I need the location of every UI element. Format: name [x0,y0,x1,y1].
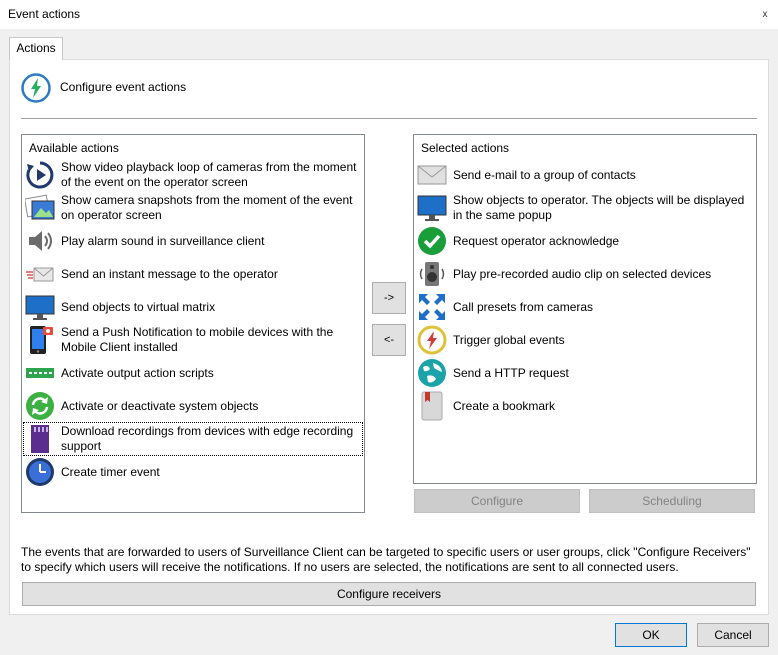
list-item-label: Show video playback loop of cameras from… [61,160,357,189]
list-item[interactable]: Trigger global events [416,324,754,356]
list-item-label: Send an instant message to the operator [61,266,278,281]
list-item-label: Create timer event [61,464,160,479]
list-item-label: Send a HTTP request [453,365,569,380]
list-item-label: Activate or deactivate system objects [61,398,259,413]
receivers-note: The events that are forwarded to users o… [21,545,751,574]
list-item-label: Send e-mail to a group of contacts [453,167,636,182]
monitor-icon [24,291,56,323]
event-actions-dialog: Event actions x Actions Configure event … [0,0,778,655]
monitor-icon [416,192,448,224]
list-item[interactable]: Show camera snapshots from the moment of… [24,192,362,224]
list-item[interactable]: Send e-mail to a group of contacts [416,159,754,191]
list-item[interactable]: Request operator acknowledge [416,225,754,257]
remove-action-button[interactable]: <- [372,324,406,356]
speaker-icon [24,225,56,257]
list-item-label: Show objects to operator. The objects wi… [453,193,745,222]
list-item[interactable]: Create a bookmark [416,390,754,422]
list-item[interactable]: Activate or deactivate system objects [24,390,362,422]
list-item[interactable]: Send a Push Notification to mobile devic… [24,324,362,356]
list-item[interactable]: Send an instant message to the operator [24,258,362,290]
divider [21,118,757,119]
list-item[interactable]: Play alarm sound in surveillance client [24,225,362,257]
list-item[interactable]: Call presets from cameras [416,291,754,323]
configure-receivers-button[interactable]: Configure receivers [22,582,756,606]
list-item[interactable]: Play pre-recorded audio clip on selected… [416,258,754,290]
globe-icon [416,357,448,389]
list-item-label: Play alarm sound in surveillance client [61,233,265,248]
ok-button[interactable]: OK [615,623,687,647]
snapshot-icon [24,192,56,224]
playback-loop-icon [24,159,56,191]
add-action-button[interactable]: -> [372,282,406,314]
window-title: Event actions [8,7,81,21]
expand-arrows-icon [416,291,448,323]
available-actions-title: Available actions [29,141,119,155]
refresh-icon [24,390,56,422]
list-item[interactable]: Download recordings from devices with ed… [23,422,363,456]
configure-button[interactable]: Configure [414,489,580,513]
selected-actions-title: Selected actions [421,141,510,155]
bookmark-icon [416,390,448,422]
list-item-label: Show camera snapshots from the moment of… [61,193,353,222]
output-script-icon [24,357,56,389]
envelope-icon [416,159,448,191]
cancel-button[interactable]: Cancel [697,623,769,647]
list-item-label: Trigger global events [453,332,565,347]
list-item-label: Download recordings from devices with ed… [61,424,354,453]
list-item[interactable]: Activate output action scripts [24,357,362,389]
list-item-label: Create a bookmark [453,398,556,413]
clock-icon [24,456,56,488]
list-item[interactable]: Show objects to operator. The objects wi… [416,192,754,224]
selected-actions-list[interactable]: Selected actions Send e-mail to a group … [413,134,757,484]
tab-actions[interactable]: Actions [9,37,63,60]
title-bar: Event actions x [0,0,778,30]
list-item-label: Call presets from cameras [453,299,594,314]
close-button[interactable]: x [758,8,772,22]
scheduling-button[interactable]: Scheduling [589,489,755,513]
header-label: Configure event actions [60,80,187,94]
checkmark-icon [416,225,448,257]
sd-card-icon [24,423,56,455]
list-item[interactable]: Create timer event [24,456,362,488]
lightning-circle-icon [21,73,51,103]
list-item-label: Send objects to virtual matrix [61,299,216,314]
mobile-phone-icon [24,324,56,356]
audio-speaker-icon [416,258,448,290]
list-item-label: Send a Push Notification to mobile devic… [61,325,334,354]
list-item[interactable]: Show video playback loop of cameras from… [24,159,362,191]
global-event-icon [416,324,448,356]
list-item-label: Activate output action scripts [61,365,214,380]
instant-message-icon [24,258,56,290]
list-item[interactable]: Send objects to virtual matrix [24,291,362,323]
list-item-label: Request operator acknowledge [453,233,620,248]
list-item-label: Play pre-recorded audio clip on selected… [453,266,712,281]
list-item[interactable]: Send a HTTP request [416,357,754,389]
available-actions-list[interactable]: Available actions Show video playback lo… [21,134,365,513]
